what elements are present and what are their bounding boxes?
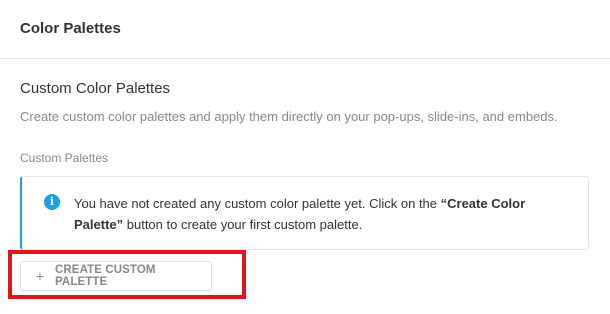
notice-message: You have not created any custom color pa… <box>74 193 574 235</box>
plus-icon: + <box>35 268 45 284</box>
section-description: Create custom color palettes and apply t… <box>20 109 558 124</box>
notice-text-after: button to create your first custom palet… <box>123 217 363 232</box>
section-title: Custom Color Palettes <box>20 80 171 97</box>
create-custom-palette-label: CREATE CUSTOM PALETTE <box>55 264 156 288</box>
create-custom-palette-button[interactable]: + CREATE CUSTOM PALETTE <box>20 261 212 291</box>
custom-palettes-label: Custom Palettes <box>20 151 109 165</box>
notice-text-before: You have not created any custom color pa… <box>74 196 441 211</box>
info-icon: i <box>44 194 60 210</box>
page-title: Color Palettes <box>20 20 121 37</box>
page-header: Color Palettes <box>0 0 610 59</box>
empty-palettes-notice: i You have not created any custom color … <box>20 176 589 250</box>
